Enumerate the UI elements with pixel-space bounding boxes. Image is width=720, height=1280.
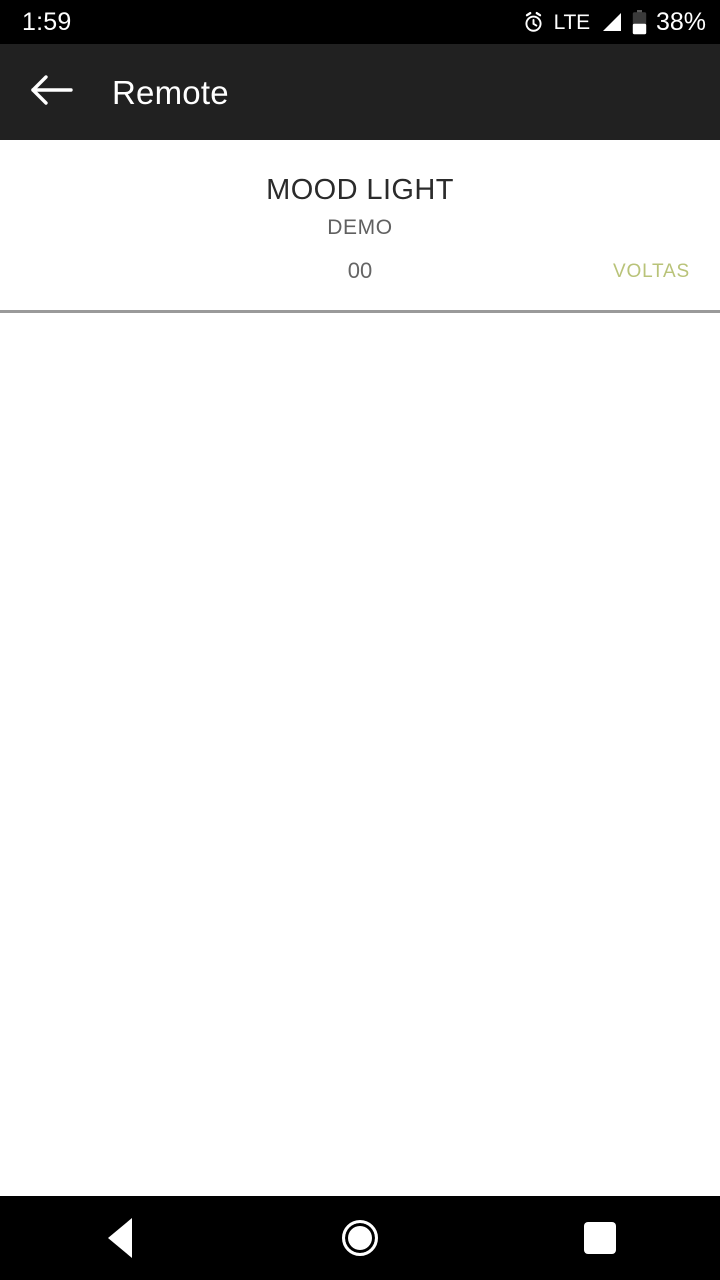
nav-recents-square-icon: [584, 1222, 616, 1254]
status-bar-clock: 1:59: [22, 7, 72, 36]
nav-back-button[interactable]: [72, 1196, 168, 1280]
device-code: 00: [347, 258, 373, 283]
battery-icon: [632, 9, 647, 35]
main-content: MOOD LIGHT DEMO 00 VOLTAS: [0, 140, 720, 1196]
android-navigation-bar: [0, 1196, 720, 1280]
network-type-label: LTE: [553, 10, 591, 34]
phone-screen: 1:59 LTE 38% Remote MOOD LIGHT DEMO 00 V…: [0, 0, 720, 1280]
back-button[interactable]: [24, 64, 80, 120]
device-type: DEMO: [327, 216, 393, 239]
battery-percent-label: 38%: [655, 7, 706, 36]
page-title: Remote: [112, 73, 229, 111]
nav-back-triangle-icon: [108, 1218, 132, 1258]
signal-bars-icon: [599, 11, 623, 33]
nav-recents-button[interactable]: [552, 1196, 648, 1280]
nav-home-circle-icon: [342, 1220, 378, 1256]
app-bar: Remote: [0, 44, 720, 140]
device-name: MOOD LIGHT: [266, 174, 454, 206]
status-bar: 1:59 LTE 38%: [0, 0, 720, 44]
alarm-clock-icon: [522, 11, 545, 34]
device-brand: VOLTAS: [613, 261, 690, 282]
arrow-left-icon: [29, 73, 75, 112]
empty-list-area: [0, 313, 720, 1196]
device-list-item[interactable]: MOOD LIGHT DEMO 00 VOLTAS: [0, 140, 720, 413]
nav-home-button[interactable]: [312, 1196, 408, 1280]
status-bar-icons: LTE 38%: [522, 7, 706, 36]
